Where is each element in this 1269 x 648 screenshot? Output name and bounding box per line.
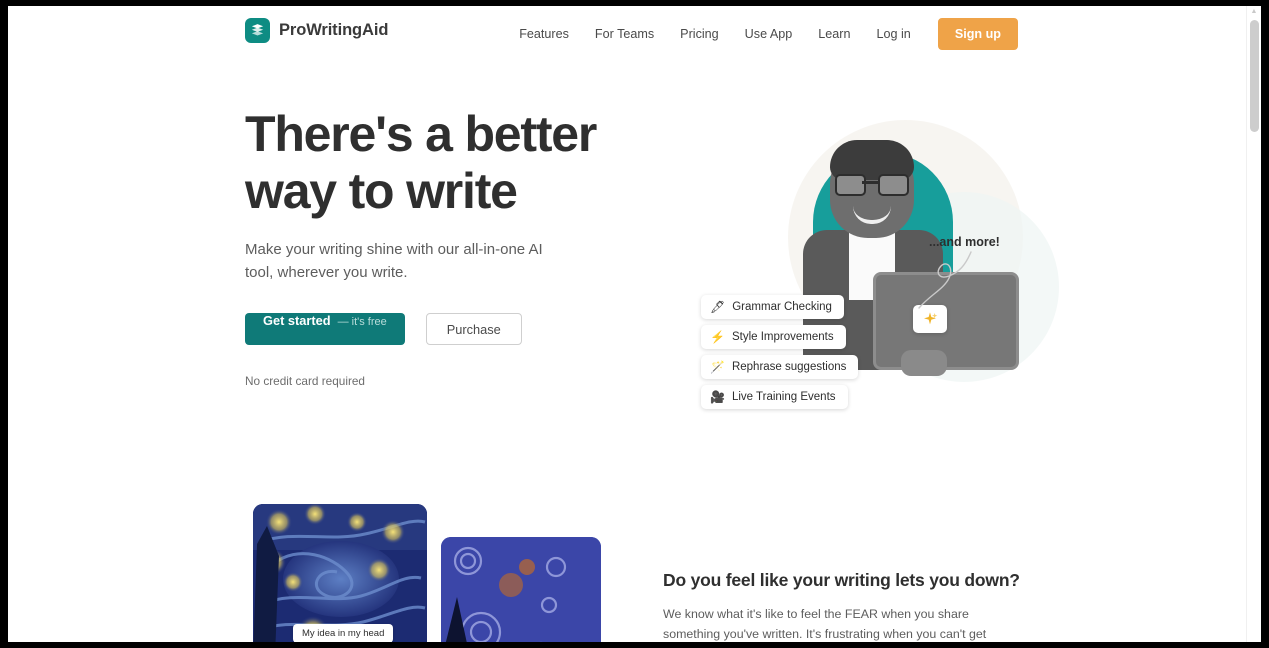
movie-camera-icon: 🎥 [710, 390, 725, 404]
flat-starry-night-illustration [441, 537, 601, 642]
feature-chip-rephrase-suggestions: 🪄 Rephrase suggestions [701, 355, 859, 379]
squiggle-pointer-icon [918, 251, 972, 309]
get-started-button[interactable]: Get started — it's free [245, 313, 405, 345]
feature-chip-grammar-checking: 🖋 Grammar Checking [701, 295, 844, 319]
nav-item-learn[interactable]: Learn [805, 21, 863, 47]
glasses-icon [835, 174, 909, 196]
feature-chip-label: Style Improvements [731, 331, 834, 343]
and-more-label: ...and more! [929, 235, 1000, 249]
lower-section: My idea in my head Do you feel like your… [8, 482, 1247, 642]
site-header: ProWritingAid Features For Teams Pricing… [8, 6, 1247, 62]
browser-window: ProWritingAid Features For Teams Pricing… [0, 0, 1269, 648]
get-started-sub-label: — it's free [337, 316, 387, 328]
hero-actions: Get started — it's free Purchase [245, 313, 645, 345]
hero-copy: There's a better way to write Make your … [245, 106, 645, 388]
artwork-pair: My idea in my head [245, 504, 605, 642]
no-credit-card-note: No credit card required [245, 374, 365, 388]
lower-heading: Do you feel like your writing lets you d… [663, 570, 1020, 590]
nav-item-features[interactable]: Features [506, 21, 582, 47]
lightning-bolt-icon: ⚡ [710, 330, 725, 344]
hero-section: There's a better way to write Make your … [8, 62, 1247, 482]
nav-item-for-teams[interactable]: For Teams [582, 21, 667, 47]
get-started-label: Get started [263, 313, 331, 328]
illustration-person-hand [901, 350, 947, 376]
feature-chip-live-training-events: 🎥 Live Training Events [701, 385, 848, 409]
scrollbar-thumb[interactable] [1250, 20, 1259, 132]
brand-name: ProWritingAid [279, 21, 389, 39]
prowritingaid-logo-icon [245, 18, 270, 43]
feature-chip-label: Grammar Checking [732, 301, 832, 313]
hero-illustration: 🖋 Grammar Checking ⚡ Style Improvements … [663, 102, 1059, 442]
hero-title: There's a better way to write [245, 106, 597, 219]
page-canvas: ProWritingAid Features For Teams Pricing… [8, 6, 1261, 642]
feature-chip-label: Rephrase suggestions [731, 361, 847, 373]
purchase-button[interactable]: Purchase [425, 313, 522, 345]
hero-subtitle: Make your writing shine with our all-in-… [245, 241, 543, 281]
primary-nav: Features For Teams Pricing Use App Learn… [506, 6, 1018, 62]
scroll-up-arrow-icon[interactable]: ▲ [1250, 8, 1258, 16]
brand-logo-link[interactable]: ProWritingAid [245, 18, 388, 43]
feature-chip-style-improvements: ⚡ Style Improvements [701, 325, 846, 349]
starry-night-painting [253, 504, 427, 642]
lower-paragraph: We know what it's like to feel the FEAR … [663, 607, 987, 641]
lower-copy: Do you feel like your writing lets you d… [663, 570, 1023, 642]
nav-item-use-app[interactable]: Use App [732, 21, 806, 47]
nav-item-pricing[interactable]: Pricing [667, 21, 732, 47]
magic-wand-icon: 🪄 [710, 360, 725, 374]
vertical-scrollbar[interactable]: ▲ [1246, 6, 1261, 642]
sign-up-button[interactable]: Sign up [937, 18, 1018, 50]
fountain-pen-icon: 🖋 [710, 300, 726, 314]
feature-chip-label: Live Training Events [731, 391, 836, 403]
nav-item-log-in[interactable]: Log in [864, 21, 924, 47]
idea-label: My idea in my head [293, 624, 394, 642]
page-content: ProWritingAid Features For Teams Pricing… [8, 6, 1247, 642]
